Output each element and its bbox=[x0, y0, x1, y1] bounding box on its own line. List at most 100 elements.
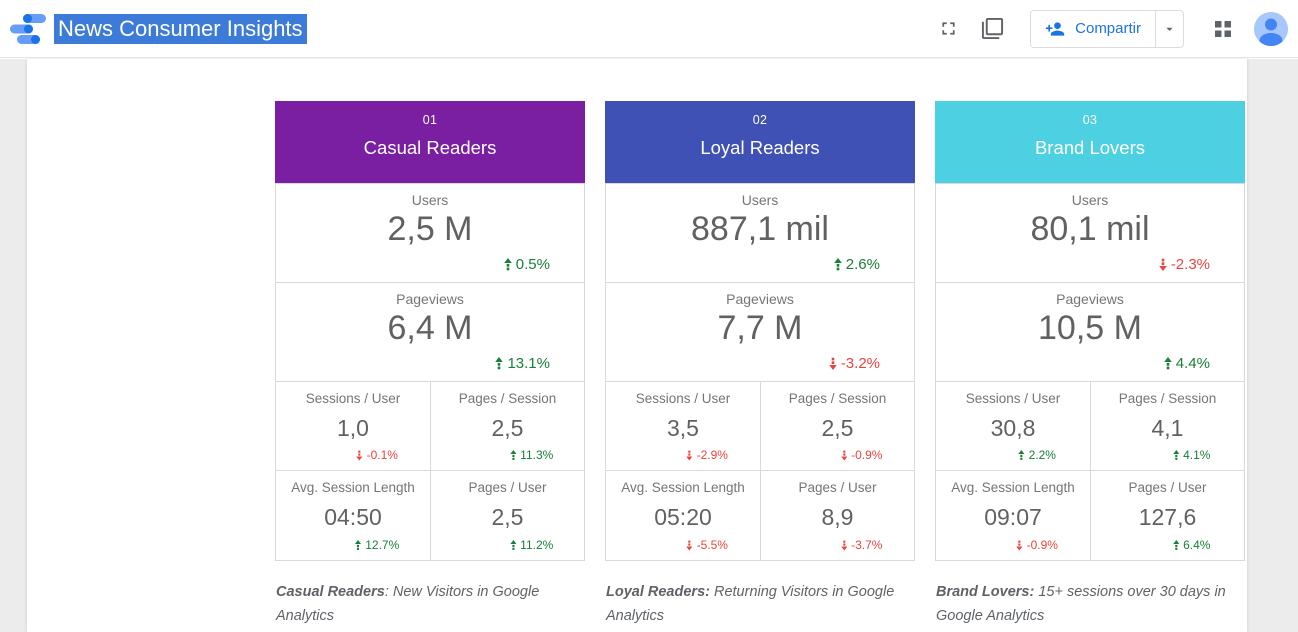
metric-value: 3,5 bbox=[606, 415, 760, 442]
delta-value: 13.1% bbox=[507, 355, 550, 372]
card-number: 03 bbox=[935, 101, 1245, 127]
card-header-band: 01 Casual Readers bbox=[275, 101, 585, 183]
card-footnote: Brand Lovers: 15+ sessions over 30 days … bbox=[936, 580, 1236, 628]
avg-session-length-scorecard: Avg. Session Length 09:07 -0.9% bbox=[936, 471, 1090, 560]
metric-label: Pageviews bbox=[936, 283, 1244, 307]
pages-per-session-scorecard: Pages / Session 2,5 11.3% bbox=[430, 382, 584, 471]
card-title: Casual Readers bbox=[275, 137, 585, 159]
pages-per-user-scorecard: Pages / User 127,6 6.4% bbox=[1090, 471, 1244, 560]
delta-badge: 12.7% bbox=[355, 538, 400, 552]
arrow-icon bbox=[829, 357, 837, 370]
arrow-icon bbox=[510, 540, 517, 551]
arrow-icon bbox=[841, 540, 848, 551]
arrow-icon bbox=[355, 540, 362, 551]
pages-copy-button[interactable] bbox=[977, 13, 1008, 44]
card-casual-readers: 01 Casual Readers Users 2,5 M 0.5% Pagev… bbox=[275, 101, 585, 183]
share-dropdown-button[interactable] bbox=[1155, 11, 1183, 47]
metric-value: 4,1 bbox=[1091, 415, 1244, 442]
card-number: 01 bbox=[275, 101, 585, 127]
metric-value: 2,5 M bbox=[276, 210, 584, 249]
metric-label: Sessions / User bbox=[276, 382, 430, 406]
delta-badge: -0.9% bbox=[1016, 538, 1058, 552]
metric-value: 05:20 bbox=[606, 504, 760, 531]
metric-label: Avg. Session Length bbox=[276, 471, 430, 495]
metric-label: Pages / User bbox=[431, 471, 584, 495]
delta-value: -0.9% bbox=[851, 448, 882, 462]
arrow-icon bbox=[510, 450, 517, 461]
sessions-per-user-scorecard: Sessions / User 1,0 -0.1% bbox=[276, 382, 430, 471]
delta-value: -0.1% bbox=[367, 448, 398, 462]
delta-badge: -5.5% bbox=[686, 538, 728, 552]
card-title: Brand Lovers bbox=[935, 137, 1245, 159]
users-scorecard: Users 2,5 M 0.5% bbox=[276, 184, 584, 283]
metric-label: Users bbox=[276, 184, 584, 208]
arrow-icon bbox=[841, 450, 848, 461]
delta-badge: -2.3% bbox=[1159, 256, 1210, 273]
arrow-icon bbox=[1164, 357, 1172, 370]
metric-label: Pages / User bbox=[1091, 471, 1244, 495]
delta-value: 11.2% bbox=[520, 538, 553, 552]
card-body: Users 887,1 mil 2.6% Pageviews 7,7 M -3.… bbox=[605, 183, 915, 561]
arrow-icon bbox=[1173, 450, 1180, 461]
arrow-icon bbox=[1018, 450, 1025, 461]
pages-per-user-scorecard: Pages / User 2,5 11.2% bbox=[430, 471, 584, 560]
apps-grid-button[interactable] bbox=[1210, 16, 1236, 42]
card-header-band: 03 Brand Lovers bbox=[935, 101, 1245, 183]
metric-label: Pages / Session bbox=[761, 382, 914, 406]
avg-session-length-scorecard: Avg. Session Length 05:20 -5.5% bbox=[606, 471, 760, 560]
card-loyal-readers: 02 Loyal Readers Users 887,1 mil 2.6% Pa… bbox=[605, 101, 915, 183]
dropdown-caret-icon bbox=[1162, 20, 1177, 38]
users-scorecard: Users 887,1 mil 2.6% bbox=[606, 184, 914, 283]
card-body: Users 80,1 mil -2.3% Pageviews 10,5 M 4.… bbox=[935, 183, 1245, 561]
card-brand-lovers: 03 Brand Lovers Users 80,1 mil -2.3% Pag… bbox=[935, 101, 1245, 183]
metric-value: 09:07 bbox=[936, 504, 1090, 531]
pageviews-scorecard: Pageviews 6,4 M 13.1% bbox=[276, 283, 584, 382]
metric-value: 8,9 bbox=[761, 504, 914, 531]
delta-badge: -0.9% bbox=[841, 448, 883, 462]
delta-value: -2.9% bbox=[697, 448, 728, 462]
card-number: 02 bbox=[605, 101, 915, 127]
metric-label: Users bbox=[606, 184, 914, 208]
fullscreen-button[interactable] bbox=[934, 14, 963, 43]
pages-per-session-scorecard: Pages / Session 2,5 -0.9% bbox=[760, 382, 914, 471]
pageviews-scorecard: Pageviews 7,7 M -3.2% bbox=[606, 283, 914, 382]
arrow-icon bbox=[834, 258, 842, 271]
datastudio-logo-icon bbox=[8, 9, 48, 49]
sessions-per-user-scorecard: Sessions / User 3,5 -2.9% bbox=[606, 382, 760, 471]
metric-label: Sessions / User bbox=[606, 382, 760, 406]
avatar[interactable] bbox=[1254, 12, 1288, 46]
delta-badge: -3.2% bbox=[829, 355, 880, 372]
delta-badge: -2.9% bbox=[686, 448, 728, 462]
share-button[interactable]: Compartir bbox=[1031, 11, 1155, 47]
app-header: News Consumer Insights Compartir bbox=[0, 0, 1298, 58]
card-footnote: Loyal Readers: Returning Visitors in Goo… bbox=[606, 580, 906, 628]
delta-badge: 6.4% bbox=[1173, 538, 1211, 552]
metric-value: 10,5 M bbox=[936, 309, 1244, 348]
card-header-band: 02 Loyal Readers bbox=[605, 101, 915, 183]
metric-value: 127,6 bbox=[1091, 504, 1244, 531]
arrow-icon bbox=[1159, 258, 1167, 271]
delta-value: 4.1% bbox=[1183, 448, 1210, 462]
card-title: Loyal Readers bbox=[605, 137, 915, 159]
delta-value: -0.9% bbox=[1027, 538, 1058, 552]
arrow-icon bbox=[495, 357, 503, 370]
pages-per-session-scorecard: Pages / Session 4,1 4.1% bbox=[1090, 382, 1244, 471]
delta-value: 4.4% bbox=[1176, 355, 1210, 372]
users-scorecard: Users 80,1 mil -2.3% bbox=[936, 184, 1244, 283]
delta-value: -2.3% bbox=[1171, 256, 1210, 273]
delta-badge: -3.7% bbox=[841, 538, 883, 552]
arrow-icon bbox=[686, 450, 693, 461]
person-add-icon bbox=[1045, 19, 1065, 39]
delta-value: 6.4% bbox=[1183, 538, 1210, 552]
arrow-icon bbox=[504, 258, 512, 271]
metric-value: 2,5 bbox=[761, 415, 914, 442]
delta-badge: 13.1% bbox=[495, 355, 550, 372]
delta-value: 12.7% bbox=[365, 538, 399, 552]
metric-label: Avg. Session Length bbox=[936, 471, 1090, 495]
pages-per-user-scorecard: Pages / User 8,9 -3.7% bbox=[760, 471, 914, 560]
share-button-group: Compartir bbox=[1030, 10, 1184, 48]
copy-pages-icon bbox=[981, 17, 1004, 40]
sessions-per-user-scorecard: Sessions / User 30,8 2.2% bbox=[936, 382, 1090, 471]
metric-value: 887,1 mil bbox=[606, 210, 914, 249]
metric-label: Pages / Session bbox=[431, 382, 584, 406]
